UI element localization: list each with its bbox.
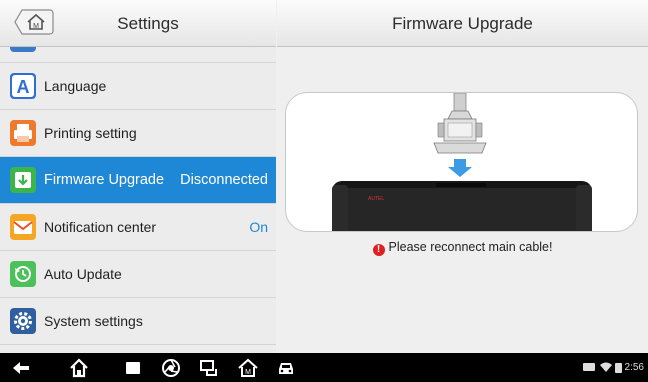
recent-apps-icon (126, 362, 140, 374)
settings-item-label: System settings (44, 313, 143, 329)
home-icon: M (14, 9, 54, 35)
settings-item-notification-center[interactable]: Notification center On (0, 204, 276, 251)
clock: 2:56 (624, 362, 644, 373)
recent-apps-button[interactable] (122, 357, 144, 379)
browser-icon (162, 359, 180, 377)
auto-update-icon (10, 261, 36, 287)
settings-item-label: Language (44, 78, 107, 94)
firmware-panel: Firmware Upgrade AUTEL ! Please reconnec… (277, 0, 648, 353)
error-icon: ! (372, 244, 385, 256)
svg-text:M: M (245, 369, 251, 376)
settings-item-language[interactable]: A Language (0, 63, 276, 110)
firmware-header: Firmware Upgrade (277, 0, 648, 47)
settings-item-printing[interactable]: Printing setting (0, 110, 276, 157)
home-button[interactable]: M (14, 8, 54, 36)
language-icon: A (10, 73, 36, 99)
vci-button[interactable] (198, 357, 220, 379)
message-icon (583, 363, 596, 372)
settings-item-label: Printing setting (44, 125, 137, 141)
settings-item-label: Notification center (44, 219, 157, 235)
settings-list: A Language Printing setting Firmware Upg… (0, 47, 276, 353)
notification-status: On (249, 219, 268, 235)
gear-icon (10, 308, 36, 334)
settings-item-system-settings[interactable]: System settings (0, 298, 276, 345)
home-nav-button[interactable] (68, 357, 90, 379)
settings-item-partial-bottom[interactable] (0, 345, 276, 353)
vehicle-button[interactable] (275, 357, 297, 379)
svg-text:M: M (33, 23, 39, 30)
cable-illustration: AUTEL (285, 92, 638, 232)
status-area: 2:56 (583, 360, 644, 376)
settings-item-label: Auto Update (44, 266, 122, 282)
firmware-title: Firmware Upgrade (392, 14, 533, 33)
printer-icon (10, 120, 36, 146)
wifi-icon (599, 362, 612, 373)
vci-connection-icon (200, 360, 217, 376)
back-button[interactable] (10, 357, 32, 379)
notification-icon (10, 214, 36, 240)
settings-item-label: Firmware Upgrade (44, 172, 165, 188)
navigation-bar: M 2:56 (0, 353, 648, 382)
error-message: ! Please reconnect main cable! (277, 240, 648, 256)
settings-panel: M Settings A Language Printing setting F… (0, 0, 276, 353)
settings-title: Settings (117, 14, 179, 33)
svg-text:A: A (17, 77, 30, 97)
browser-button[interactable] (160, 357, 182, 379)
house-icon (70, 358, 88, 378)
back-icon (13, 362, 29, 374)
settings-item-firmware-upgrade[interactable]: Firmware Upgrade Disconnected (0, 157, 276, 204)
generic-icon (10, 47, 36, 52)
battery-icon (614, 362, 622, 373)
device-brand-label: AUTEL (368, 196, 384, 202)
maxisys-home-button[interactable]: M (237, 357, 259, 379)
connection-status: Disconnected (180, 172, 268, 188)
settings-item-auto-update[interactable]: Auto Update (0, 251, 276, 298)
screen: M Settings A Language Printing setting F… (0, 0, 648, 382)
error-text: Please reconnect main cable! (388, 240, 553, 254)
maxisys-home-icon: M (238, 358, 258, 377)
settings-header: M Settings (0, 0, 276, 47)
car-icon (279, 363, 293, 374)
firmware-upgrade-icon (10, 167, 36, 193)
settings-item-partial-top[interactable] (0, 47, 276, 63)
